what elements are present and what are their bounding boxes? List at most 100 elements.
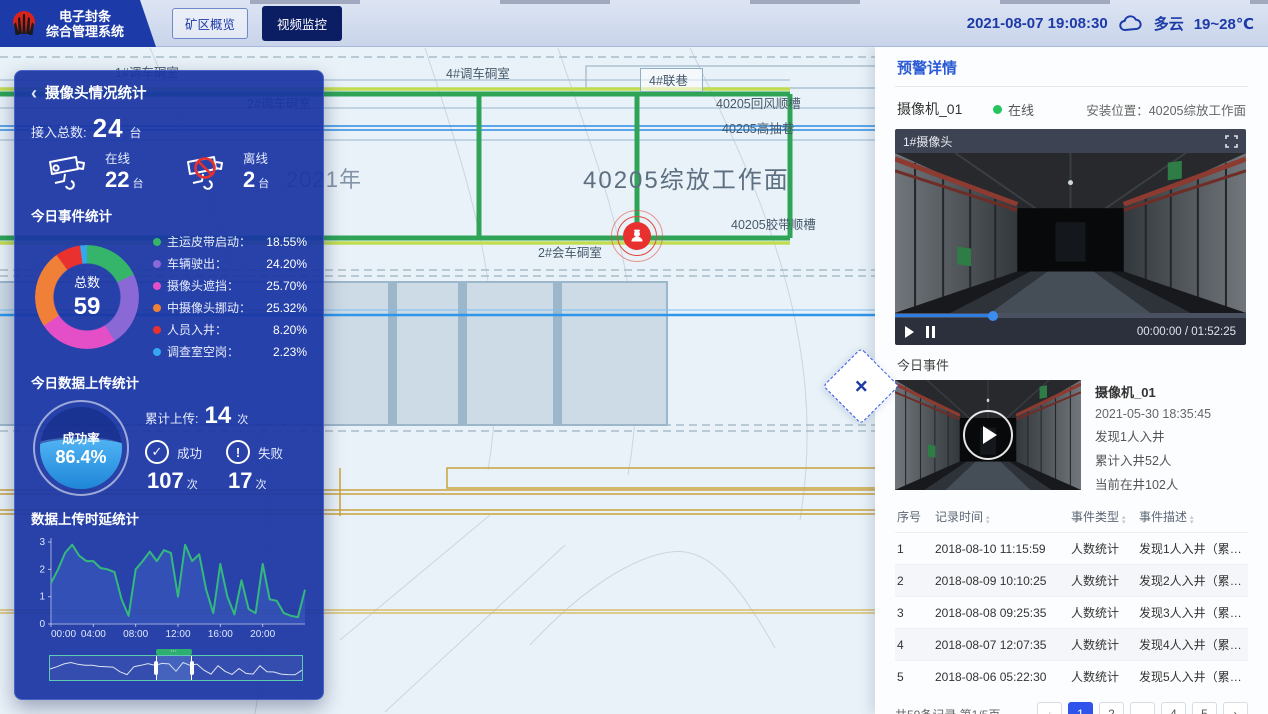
fullscreen-icon[interactable] bbox=[1225, 135, 1238, 148]
brush-handle-right[interactable] bbox=[190, 661, 194, 675]
cumulative-unit: 次 bbox=[237, 411, 248, 427]
success-rate-gauge: 成功率 86.4% bbox=[33, 400, 129, 496]
video-progress-bar[interactable] bbox=[895, 313, 1246, 318]
legend-item-4[interactable]: 人员入井： 8.20% bbox=[153, 321, 307, 338]
close-icon: × bbox=[855, 375, 868, 397]
brush-handle-left[interactable] bbox=[154, 661, 158, 675]
svg-text:0: 0 bbox=[39, 619, 45, 630]
legend-label: 调查室空岗： bbox=[167, 343, 273, 360]
prev-page-button[interactable]: ‹ bbox=[1037, 702, 1062, 714]
brush-selection[interactable] bbox=[156, 656, 193, 680]
legend-value: 24.20% bbox=[266, 257, 307, 271]
latency-section-title: 数据上传时延统计 bbox=[31, 508, 307, 528]
camera-status: 在线 bbox=[993, 100, 1071, 119]
event-record-table: 序号记录时间▴▾事件类型▴▾事件描述▴▾ 12018-08-10 11:15:5… bbox=[895, 501, 1248, 693]
svg-text:08:00: 08:00 bbox=[123, 629, 148, 640]
next-page-button[interactable]: › bbox=[1223, 702, 1248, 714]
table-row-3[interactable]: 32018-08-08 09:25:35人数统计发现3人入井（累计入井52人..… bbox=[895, 597, 1248, 629]
events-donut-chart: 总数 59 bbox=[35, 245, 139, 349]
company-logo-icon bbox=[8, 8, 40, 40]
upload-success: ✓成功 107次 bbox=[145, 440, 226, 494]
svg-text:1: 1 bbox=[39, 592, 45, 603]
event-video-thumbnail[interactable] bbox=[895, 380, 1081, 490]
svg-text:3: 3 bbox=[39, 537, 45, 548]
legend-label: 车辆驶出： bbox=[167, 255, 266, 272]
install-position: 安装位置：40205综放工作面 bbox=[1086, 100, 1246, 119]
video-progress-knob[interactable] bbox=[988, 311, 998, 321]
cell-time: 2018-08-08 09:25:35 bbox=[933, 597, 1069, 629]
legend-label: 摄像头遮挡： bbox=[167, 277, 266, 294]
page-button-2[interactable]: 2 bbox=[1099, 702, 1124, 714]
today-events-title: 今日事件 bbox=[895, 345, 1248, 380]
cell-desc: 发现1人入井（累计入井52人... bbox=[1137, 533, 1248, 565]
page-button-1[interactable]: 1 bbox=[1068, 702, 1093, 714]
column-header-3[interactable]: 事件描述▴▾ bbox=[1137, 501, 1248, 533]
page-ellipsis[interactable]: ... bbox=[1130, 702, 1155, 714]
legend-item-5[interactable]: 调查室空岗： 2.23% bbox=[153, 343, 307, 360]
header-right: 2021-08-07 19:08:30 多云 19~28℃ bbox=[967, 0, 1254, 47]
cell-time: 2018-08-06 05:22:30 bbox=[933, 661, 1069, 693]
legend-item-1[interactable]: 车辆驶出： 24.20% bbox=[153, 255, 307, 272]
page-button-5[interactable]: 5 bbox=[1192, 702, 1217, 714]
sort-carets-icon[interactable]: ▴▾ bbox=[1122, 515, 1126, 525]
legend-item-3[interactable]: 中摄像头挪动： 25.32% bbox=[153, 299, 307, 316]
weather-condition: 多云 bbox=[1154, 13, 1184, 34]
total-value: 24 bbox=[93, 113, 124, 144]
offline-unit: 台 bbox=[258, 178, 269, 190]
alert-detail-panel: 预警详情 摄像机_01 在线 安装位置：40205综放工作面 1#摄像头 bbox=[875, 47, 1268, 714]
cell-type: 人数统计 bbox=[1069, 661, 1137, 693]
pause-button[interactable] bbox=[926, 326, 935, 338]
table-row-4[interactable]: 42018-08-07 12:07:35人数统计发现4人入井（累计入井52人..… bbox=[895, 629, 1248, 661]
column-header-1[interactable]: 记录时间▴▾ bbox=[933, 501, 1069, 533]
legend-item-2[interactable]: 摄像头遮挡： 25.70% bbox=[153, 277, 307, 294]
offline-cameras: 离线 2台 bbox=[169, 148, 307, 193]
video-live-frame[interactable] bbox=[895, 153, 1246, 313]
svg-text:00:00: 00:00 bbox=[51, 629, 76, 640]
page-buttons: ‹ 12... 45 › bbox=[1037, 702, 1248, 714]
events-donut-row: 总数 59 主运皮带启动： 18.55% 车辆驶出： 24.20% 摄像头遮挡：… bbox=[31, 233, 307, 360]
video-controls: 00:00:00 / 01:52:25 bbox=[895, 318, 1246, 345]
record-summary: 共50条记录 第1/5页 bbox=[895, 706, 1000, 714]
back-chevron-icon[interactable]: ‹ bbox=[31, 86, 37, 100]
upload-fail: !失败 17次 bbox=[226, 440, 307, 494]
table-row-1[interactable]: 12018-08-10 11:15:59人数统计发现1人入井（累计入井52人..… bbox=[895, 533, 1248, 565]
camera-info-row: 摄像机_01 在线 安装位置：40205综放工作面 bbox=[895, 87, 1248, 129]
legend-dot bbox=[153, 326, 161, 334]
latency-line-chart: 012300:0004:0008:0012:0016:0020:00 bbox=[31, 534, 307, 651]
cumulative-value: 14 bbox=[204, 402, 231, 430]
sort-carets-icon[interactable]: ▴▾ bbox=[1190, 515, 1194, 525]
alert-marker[interactable] bbox=[611, 210, 663, 262]
donut-center-label: 总数 bbox=[74, 272, 100, 291]
cell-desc: 发现5人入井（累计入井52人... bbox=[1137, 661, 1248, 693]
legend-value: 25.70% bbox=[266, 279, 307, 293]
brush-handle-bar[interactable]: ⋯ bbox=[156, 649, 193, 655]
tab-mine-overview[interactable]: 矿区概览 bbox=[172, 8, 248, 39]
cell-index: 5 bbox=[895, 661, 933, 693]
sort-carets-icon[interactable]: ▴▾ bbox=[986, 515, 990, 525]
table-row-5[interactable]: 52018-08-06 05:22:30人数统计发现5人入井（累计入井52人..… bbox=[895, 661, 1248, 693]
legend-item-0[interactable]: 主运皮带启动： 18.55% bbox=[153, 233, 307, 250]
column-header-2[interactable]: 事件类型▴▾ bbox=[1069, 501, 1137, 533]
video-time: 00:00:00 / 01:52:25 bbox=[1137, 326, 1236, 338]
tab-video-monitor[interactable]: 视频监控 bbox=[262, 6, 342, 41]
column-header-0: 序号 bbox=[895, 501, 933, 533]
play-button[interactable] bbox=[905, 326, 914, 338]
legend-value: 2.23% bbox=[273, 345, 307, 359]
cell-index: 1 bbox=[895, 533, 933, 565]
table-row-2[interactable]: 22018-08-09 10:10:25人数统计发现2人入井（累计入井52人..… bbox=[895, 565, 1248, 597]
svg-text:2: 2 bbox=[39, 564, 45, 575]
video-progress-fill bbox=[895, 314, 993, 317]
success-label: 成功 bbox=[177, 443, 202, 462]
page-button-4[interactable]: 4 bbox=[1161, 702, 1186, 714]
event-line-3: 当前在井102人 bbox=[1095, 474, 1211, 493]
camera-status-text: 在线 bbox=[1008, 100, 1034, 119]
event-camera-name: 摄像机_01 bbox=[1095, 382, 1211, 401]
app-root: 1#调车硐室 2#调车硐室 4#调车硐室 4#联巷 40205回风顺槽 4020… bbox=[0, 0, 1268, 714]
online-label: 在线 bbox=[105, 148, 143, 167]
event-line-2: 累计入井52人 bbox=[1095, 450, 1211, 469]
upload-stats-row: 成功率 86.4% 累计上传: 14 次 ✓成功 107次 bbox=[31, 400, 307, 496]
chart-brush-slider[interactable]: ⋯ bbox=[49, 655, 303, 681]
legend-value: 18.55% bbox=[266, 235, 307, 249]
cumulative-upload: 累计上传: 14 次 bbox=[145, 402, 307, 430]
thumbnail-play-overlay[interactable] bbox=[895, 380, 1081, 490]
